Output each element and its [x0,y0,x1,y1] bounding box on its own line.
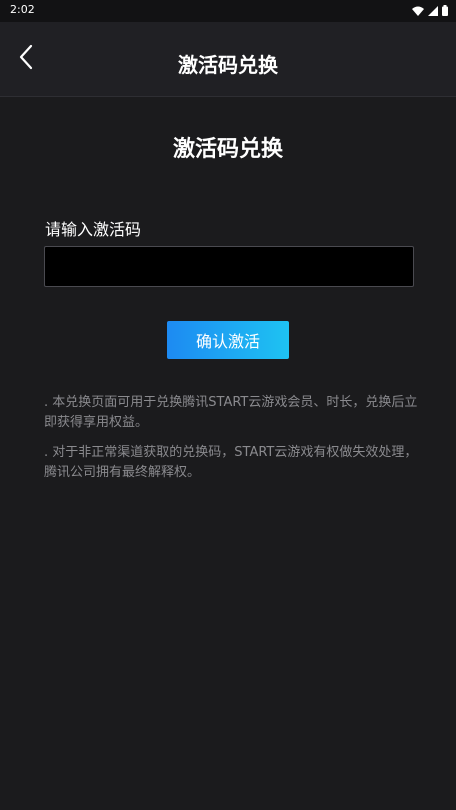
app-bar: 激活码兑换 [0,22,456,97]
notes: . 本兑换页面可用于兑换腾讯START云游戏会员、时长，兑换后立即获得享用权益。… [44,393,424,493]
status-icons [412,4,448,16]
note-item: . 本兑换页面可用于兑换腾讯START云游戏会员、时长，兑换后立即获得享用权益。 [44,395,418,430]
wifi-icon [412,1,424,20]
activation-code-label: 请输入激活码 [45,220,142,239]
status-bar: 2:02 [0,0,456,22]
signal-icon [428,1,438,20]
page-title: 激活码兑换 [172,137,283,162]
confirm-activate-button[interactable]: 确认激活 [167,321,289,359]
activation-code-input[interactable] [44,246,414,287]
battery-icon [442,1,448,20]
status-time: 2:02 [10,3,35,16]
note-item: . 对于非正常渠道获取的兑换码，START云游戏有权做失效处理，腾讯公司拥有最终… [44,445,418,480]
app-title: 激活码兑换 [178,53,278,77]
